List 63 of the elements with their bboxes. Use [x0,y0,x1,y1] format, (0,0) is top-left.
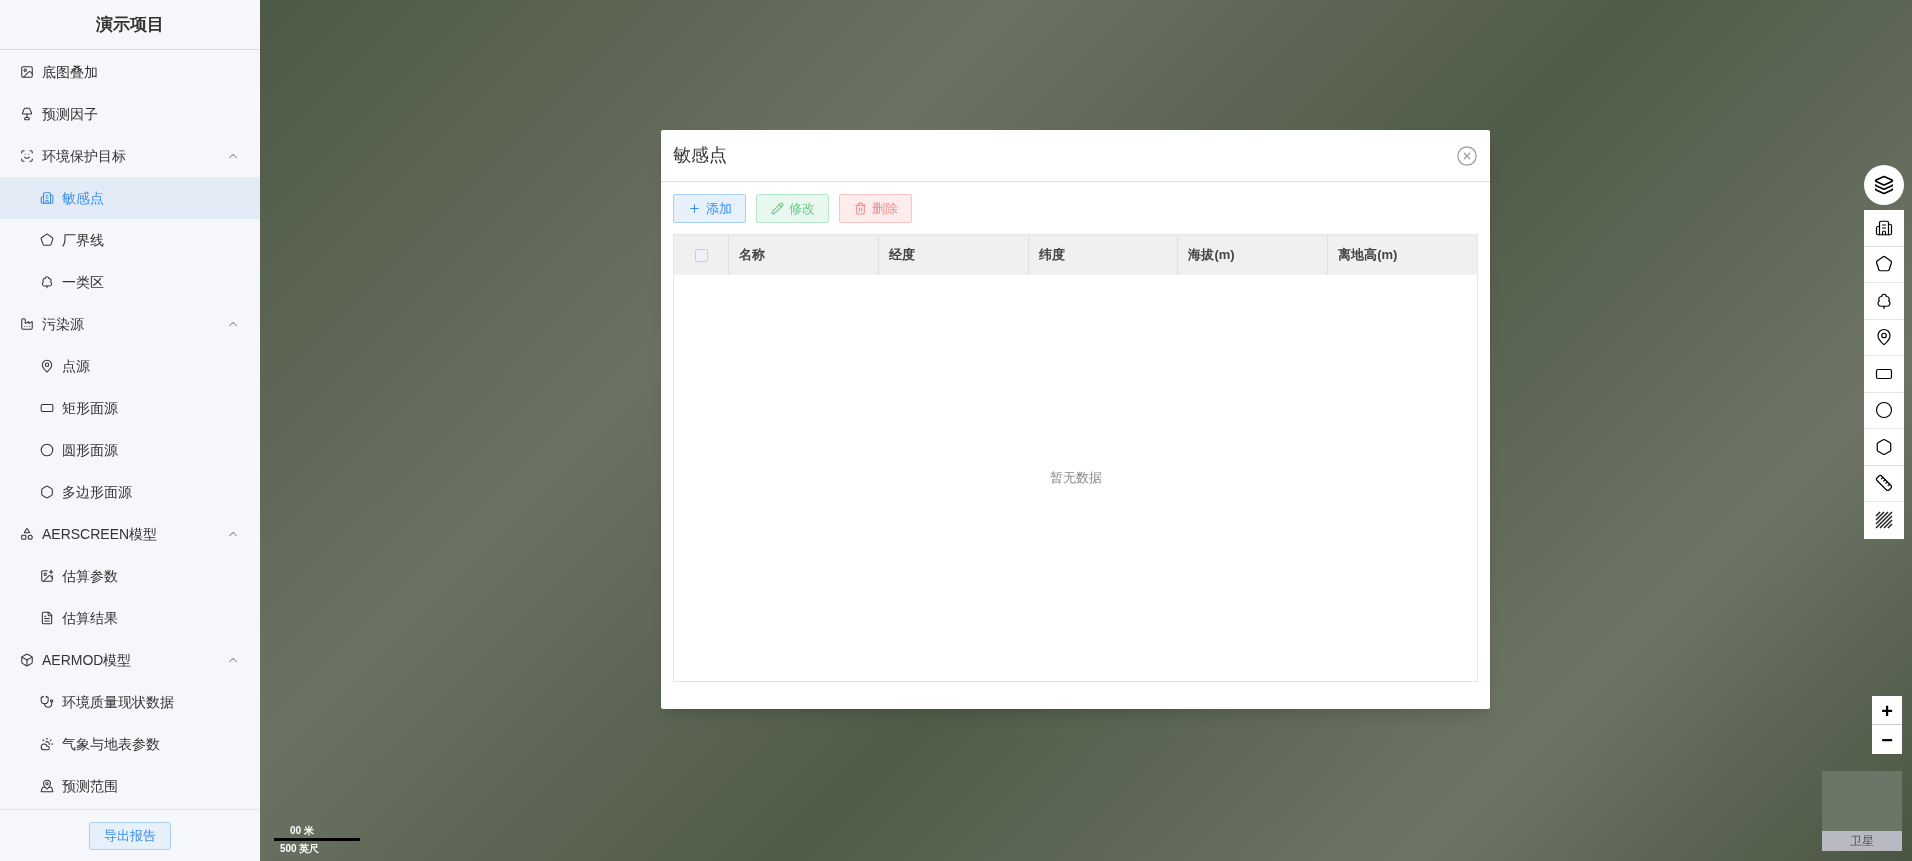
sidebar-item[interactable]: 底图叠加 [0,51,260,93]
hatch-icon [1875,511,1893,530]
column-header: 海拔(m) [1188,246,1235,265]
sidebar-item[interactable]: 估算结果 [0,597,260,639]
cloud-sun-icon [40,737,54,751]
sidebar-item[interactable]: 环境质量现状数据 [0,681,260,723]
sidebar-item[interactable]: 预测范围 [0,765,260,807]
stethoscope-icon [40,695,54,709]
shapes-icon [20,527,34,541]
ruler-icon [1875,474,1893,493]
column-header: 名称 [739,246,765,265]
layers-icon [1874,175,1894,195]
circle-icon [1875,401,1893,420]
close-icon[interactable] [1456,144,1478,167]
map-pin-icon [40,779,54,793]
lamp-icon [20,107,34,121]
scale-label: 00 米 [289,824,315,838]
sidebar-item[interactable]: 多边形面源 [0,471,260,513]
project-title: 演示项目 [96,13,164,36]
column-header: 纬度 [1038,246,1065,265]
sidebar-item[interactable]: 气象与地表参数 [0,723,260,765]
scan-icon [20,149,34,163]
dialog-title: 敏感点 [673,144,727,167]
hexagon-icon [1875,437,1893,456]
column-header: 经度 [888,246,915,265]
sidebar-item[interactable]: AERSCREEN模型 [0,513,260,555]
map-pin-icon [40,359,54,373]
pencil-icon [770,202,784,215]
minimap[interactable]: 卫星 [1822,771,1902,851]
document-icon [40,611,54,625]
sidebar-item[interactable]: 估算参数 [0,555,260,597]
zoom-out-button[interactable]: − [1872,725,1902,754]
circle-icon [40,443,54,457]
pentagon-icon [1875,255,1893,274]
sidebar-item[interactable]: AERMOD模型 [0,639,260,681]
sidebar-item[interactable]: 预测因子 [0,93,260,135]
sidebar-item[interactable]: 点源 [0,345,260,387]
sidebar-item[interactable]: 一类区 [0,261,260,303]
layers-button[interactable] [1864,165,1904,205]
building-icon [1875,218,1893,237]
plus-icon [687,202,701,215]
building-icon [40,191,54,205]
trash-icon [853,202,867,215]
tree-icon [40,275,54,289]
sidebar-item[interactable]: 环境保护目标 [0,135,260,177]
cube-icon [20,653,34,667]
select-all-checkbox[interactable] [694,248,708,262]
map-pin-icon [1875,328,1893,347]
scale-label: 500 英尺 [279,842,321,856]
empty-message: 暂无数据 [1049,469,1102,488]
minimap-label: 卫星 [1822,831,1902,851]
sidebar-item[interactable]: 圆形面源 [0,429,260,471]
factory-icon [20,317,34,331]
column-header: 离地高(m) [1338,246,1398,265]
hexagon-icon [40,485,54,499]
rectangle-icon [40,401,54,415]
sidebar-item[interactable]: 污染源 [0,303,260,345]
tree-icon [1875,291,1893,310]
image-icon [20,65,34,79]
pentagon-icon [40,233,54,247]
sidebar-item[interactable]: 厂界线 [0,219,260,261]
zoom-in-button[interactable]: + [1872,696,1902,725]
sidebar-item[interactable]: 矩形面源 [0,387,260,429]
